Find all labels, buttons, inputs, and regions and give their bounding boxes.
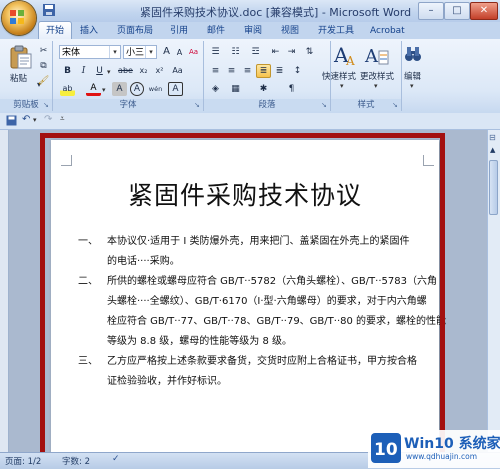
tab-page-layout[interactable]: 页面布局 — [117, 23, 153, 39]
vertical-ruler — [0, 130, 9, 452]
tab-home[interactable]: 开始 — [38, 21, 73, 40]
tab-review[interactable]: 审阅 — [244, 23, 262, 39]
binoculars-icon — [405, 47, 421, 61]
font-group-label: 字体 — [53, 99, 203, 111]
borders-icon[interactable]: ▦ — [228, 82, 243, 96]
change-case-button[interactable]: Aa — [170, 64, 185, 78]
chevron-down-icon: ▾ — [410, 82, 414, 90]
svg-text:A: A — [345, 54, 355, 68]
chevron-down-icon: ▾ — [340, 82, 344, 90]
increase-indent-icon[interactable]: ⇥ — [284, 45, 299, 59]
quick-styles-label: 快速样式 — [322, 72, 357, 82]
svg-text:10: 10 — [374, 440, 398, 460]
multilevel-list-icon[interactable]: ☲ — [248, 45, 263, 59]
justify-icon[interactable]: ≣ — [256, 64, 271, 78]
align-center-icon[interactable]: ≡ — [224, 64, 239, 78]
underline-button[interactable]: U — [92, 64, 107, 78]
styles-group-label: 样式 — [331, 99, 401, 111]
quick-access-toolbar — [0, 113, 500, 130]
line-spacing-icon[interactable]: ↕ — [290, 64, 305, 78]
scrollbar-thumb[interactable] — [489, 160, 498, 215]
watermark-url: www.qdhuajin.com — [406, 452, 478, 461]
paragraph-launcher-icon[interactable]: ↘ — [321, 102, 328, 109]
bullets-icon[interactable]: ☰ — [208, 45, 223, 59]
chevron-down-icon: ▾ — [109, 46, 120, 58]
sort-icon[interactable]: ⇅ — [302, 45, 317, 59]
bold-button[interactable]: B — [60, 64, 75, 78]
change-styles-label: 更改样式 — [360, 72, 395, 82]
superscript-button[interactable]: x² — [152, 64, 167, 78]
highlight-button[interactable]: ab — [60, 82, 75, 96]
format-painter-icon[interactable]: 🖌 — [36, 74, 51, 88]
maximize-button[interactable]: □ — [444, 2, 470, 20]
font-launcher-icon[interactable]: ↘ — [194, 102, 201, 109]
quick-styles-button[interactable]: A A — [332, 43, 358, 71]
font-color-button[interactable]: A — [86, 82, 101, 96]
tab-view[interactable]: 视图 — [281, 23, 299, 39]
cut-icon[interactable]: ✂ — [36, 44, 51, 58]
show-marks-icon[interactable]: ¶ — [284, 82, 299, 96]
tab-developer[interactable]: 开发工具 — [318, 23, 354, 39]
clipboard-icon — [10, 45, 32, 69]
proofing-icon[interactable]: ✓ — [112, 454, 120, 464]
close-button[interactable]: ✕ — [470, 2, 498, 20]
clipboard-launcher-icon[interactable]: ↘ — [43, 102, 50, 109]
paste-label: 粘贴 — [10, 74, 28, 84]
highlight-annotation-box — [40, 133, 445, 464]
chinese-layout-icon[interactable]: ✱ — [256, 82, 271, 96]
shading-icon[interactable]: ◈ — [208, 82, 223, 96]
character-border-button[interactable]: A — [168, 82, 183, 96]
decrease-indent-icon[interactable]: ⇤ — [268, 45, 283, 59]
editing-button[interactable] — [404, 44, 422, 67]
distributed-icon[interactable]: ≣ — [272, 64, 287, 78]
chevron-down-icon[interactable]: ▾ — [33, 116, 37, 124]
paste-button[interactable] — [8, 44, 34, 73]
character-shading-button[interactable]: A — [112, 82, 127, 96]
change-styles-button[interactable]: A — [364, 44, 390, 71]
shrink-font-button[interactable]: A — [172, 46, 187, 60]
tab-mailings[interactable]: 邮件 — [207, 23, 225, 39]
ruler-toggle-icon[interactable]: ⊟ — [489, 133, 496, 142]
tab-insert[interactable]: 插入 — [80, 23, 98, 39]
italic-button[interactable]: I — [76, 64, 91, 78]
paragraph-group-label: 段落 — [204, 99, 330, 111]
font-name-value: 宋体 — [62, 48, 81, 58]
chevron-down-icon[interactable]: ▾ — [107, 68, 111, 76]
clear-format-button[interactable]: Aa — [186, 45, 201, 59]
window-title: 紧固件采购技术协议.doc [兼容模式] - Microsoft Word — [140, 6, 412, 19]
tab-acrobat[interactable]: Acrobat — [370, 23, 405, 39]
chevron-down-icon[interactable]: ▾ — [102, 86, 106, 94]
word-count[interactable]: 字数: 2 — [62, 455, 90, 467]
align-left-icon[interactable]: ≡ — [208, 64, 223, 78]
chevron-down-icon: ▾ — [145, 46, 156, 58]
quick-styles-icon: A A — [333, 43, 355, 68]
copy-icon[interactable]: ⧉ — [36, 59, 51, 73]
page-indicator[interactable]: 页面: 1/2 — [5, 455, 41, 467]
watermark-brand: Win10 系统家园 — [404, 436, 500, 452]
numbering-icon[interactable]: ☷ — [228, 45, 243, 59]
tab-references[interactable]: 引用 — [170, 23, 188, 39]
minimize-button[interactable]: – — [418, 2, 444, 20]
chevron-down-icon: ▾ — [374, 82, 378, 90]
font-name-combo[interactable]: 宋体 ▾ — [59, 45, 121, 59]
font-size-value: 小三 — [126, 48, 145, 58]
strikethrough-button[interactable]: abe — [116, 64, 135, 78]
svg-text:A: A — [364, 46, 379, 67]
enclose-characters-button[interactable]: A — [130, 82, 144, 96]
font-size-combo[interactable]: 小三 ▾ — [123, 45, 157, 59]
change-styles-icon: A — [364, 46, 389, 67]
scroll-up-icon[interactable]: ▲ — [490, 146, 495, 154]
customize-toolbar-icon[interactable]: ⩡ — [60, 114, 65, 124]
office-logo-icon — [10, 10, 24, 24]
win10-logo: 10 — [371, 433, 401, 463]
styles-launcher-icon[interactable]: ↘ — [392, 102, 399, 109]
phonetic-guide-button[interactable]: wén — [148, 82, 163, 96]
save-icon[interactable] — [6, 115, 17, 129]
redo-icon[interactable]: ↷ — [44, 114, 52, 125]
subscript-button[interactable]: x₂ — [136, 64, 151, 78]
undo-icon[interactable]: ↶ — [22, 114, 30, 125]
editing-label: 编辑 — [404, 72, 422, 82]
align-right-icon[interactable]: ≡ — [240, 64, 255, 78]
quick-access-save-icon[interactable] — [42, 3, 56, 20]
